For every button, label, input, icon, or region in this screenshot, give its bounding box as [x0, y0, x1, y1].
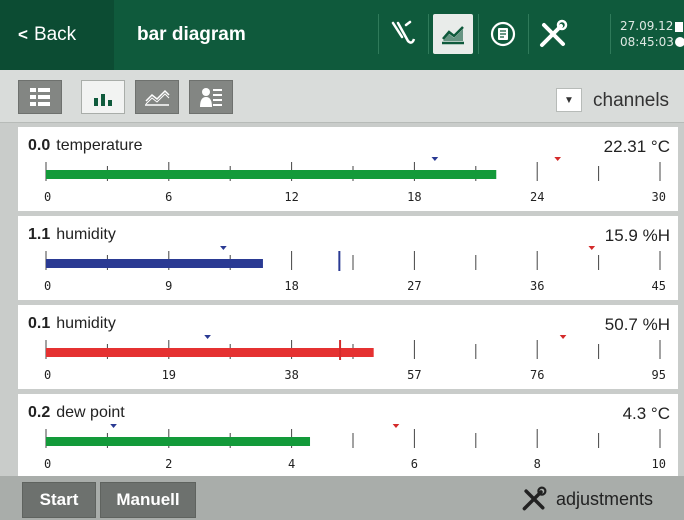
- channel-heading: 0.2 dew point: [28, 404, 125, 422]
- contact-view-icon: [200, 88, 222, 107]
- clock: 27.09.12 08:45:03: [620, 18, 674, 50]
- channel-name: humidity: [56, 226, 116, 243]
- channel-panel: 0.2 dew point 4.3 °C 0 2 4 6 8 10: [18, 394, 678, 478]
- back-label: Back: [33, 24, 77, 45]
- channel-name: temperature: [56, 137, 143, 154]
- tick-label: 12: [284, 190, 298, 204]
- tick-label: 10: [652, 457, 666, 471]
- tools-icon[interactable]: [533, 14, 573, 54]
- time-text: 08:45:03: [620, 35, 674, 49]
- list-view-button[interactable]: [18, 80, 62, 114]
- lower-limit-marker: [204, 335, 211, 339]
- channel-id: 0.1: [28, 315, 51, 332]
- chevron-left-icon: <: [18, 25, 28, 44]
- bar-view-button[interactable]: [81, 80, 125, 114]
- channel-scale: 0 2 4 6 8 10: [44, 424, 666, 471]
- status-icon: [674, 20, 684, 50]
- tick-label: 0: [44, 190, 51, 204]
- triangle-down-icon: ▼: [564, 94, 574, 106]
- top-bar: < Back bar diagram 27.09.12 08:45:03: [0, 0, 684, 70]
- start-button[interactable]: Start: [22, 482, 96, 518]
- toolbar-separator: [528, 14, 529, 54]
- tick-label: 76: [530, 368, 544, 382]
- channel-id: 1.1: [28, 226, 51, 243]
- tick-label: 24: [530, 190, 544, 204]
- tick-label: 19: [162, 368, 176, 382]
- channel-value: 50.7 %H: [604, 315, 670, 334]
- channel-value: 22.31 °C: [603, 137, 670, 156]
- channels-label: channels: [593, 90, 670, 111]
- wiring-icon[interactable]: [383, 14, 423, 54]
- channel-panel: 0.1 humidity 50.7 %H 0 19 38 57 76 95: [18, 305, 678, 389]
- tools-icon: [522, 486, 547, 511]
- manual-button[interactable]: Manuell: [100, 482, 196, 518]
- channel-scale: 0 19 38 57 76 95: [44, 335, 666, 382]
- upper-limit-marker: [588, 246, 596, 250]
- chart-icon[interactable]: [433, 14, 473, 54]
- lower-limit-marker: [110, 424, 117, 428]
- channel-value: 15.9 %H: [604, 226, 670, 245]
- upper-limit-marker: [392, 424, 400, 428]
- tick-label: 9: [165, 279, 172, 293]
- channel-name: dew point: [56, 404, 125, 421]
- date-text: 27.09.12: [620, 19, 674, 33]
- page-title: bar diagram: [137, 24, 246, 45]
- tick-label: 8: [534, 457, 541, 471]
- channel-heading: 0.0 temperature: [28, 137, 143, 155]
- bottom-bar: Start Manuell adjustments: [0, 476, 684, 520]
- channel-scale: 0 6 12 18 24 30: [44, 157, 666, 204]
- tick-label: 95: [652, 368, 666, 382]
- tick-label: 45: [652, 279, 666, 293]
- tick-label: 0: [44, 457, 51, 471]
- value-bar: [46, 348, 374, 357]
- tick-label: 18: [407, 190, 421, 204]
- back-button[interactable]: < Back: [0, 0, 114, 70]
- tick-label: 18: [284, 279, 298, 293]
- value-bar: [46, 170, 497, 179]
- tick-label: 36: [530, 279, 544, 293]
- adjustments-button[interactable]: adjustments: [520, 482, 653, 516]
- tick-label: 30: [652, 190, 666, 204]
- channel-scale: 0 9 18 27 36 45: [44, 246, 666, 293]
- lower-limit-marker: [431, 157, 439, 161]
- tick-label: 0: [44, 279, 51, 293]
- channel-panel: 0.0 temperature 22.31 °C 0 6 12 18 24 30: [18, 127, 678, 211]
- upper-limit-marker: [554, 157, 562, 161]
- tick-label: 6: [165, 190, 172, 204]
- bar-view-icon: [94, 94, 112, 106]
- tick-label: 0: [44, 368, 51, 382]
- tick-label: 27: [407, 279, 421, 293]
- tick-label: 38: [284, 368, 298, 382]
- toolbar-separator: [478, 14, 479, 54]
- value-bar: [46, 259, 263, 268]
- line-view-icon: [145, 89, 170, 106]
- upper-limit-marker: [559, 335, 567, 339]
- channels-dropdown[interactable]: ▼: [556, 88, 582, 112]
- contact-view-button[interactable]: [189, 80, 233, 114]
- toolbar-separator: [378, 14, 379, 54]
- channel-id: 0.2: [28, 404, 51, 421]
- tick-label: 2: [165, 457, 172, 471]
- toolbar-separator: [428, 14, 429, 54]
- adjustments-label: adjustments: [556, 488, 654, 509]
- channel-value: 4.3 °C: [622, 404, 670, 423]
- tick-label: 57: [407, 368, 421, 382]
- channel-heading: 0.1 humidity: [28, 315, 116, 333]
- tick-label: 4: [288, 457, 295, 471]
- value-bar: [46, 437, 311, 446]
- toolbar-separator: [610, 14, 611, 54]
- channel-name: humidity: [56, 315, 116, 332]
- record-icon[interactable]: [483, 14, 523, 54]
- channel-id: 0.0: [28, 137, 51, 154]
- channel-heading: 1.1 humidity: [28, 226, 116, 244]
- lower-limit-marker: [220, 246, 227, 250]
- list-view-icon: [30, 88, 50, 106]
- tick-label: 6: [411, 457, 418, 471]
- channel-panel: 1.1 humidity 15.9 %H 0 9 18 27 36 45: [18, 216, 678, 300]
- line-view-button[interactable]: [135, 80, 179, 114]
